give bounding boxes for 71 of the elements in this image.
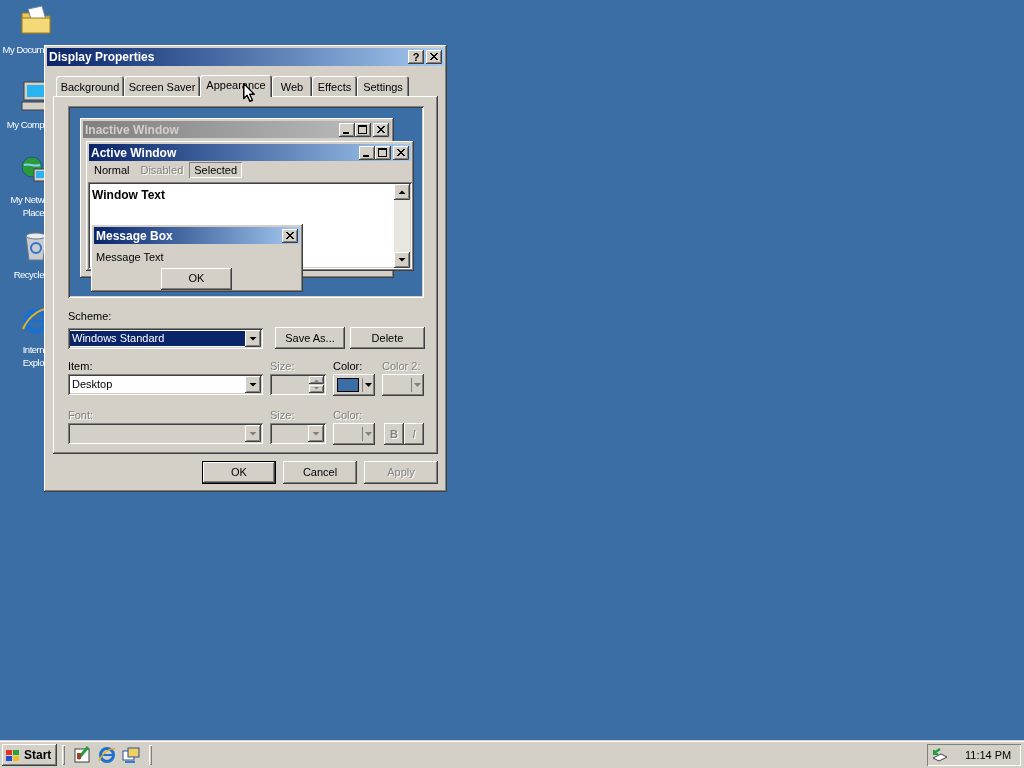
maximize-button[interactable] (355, 122, 371, 137)
window-text: Window Text (92, 187, 165, 202)
window-title: Inactive Window (85, 121, 179, 139)
ok-button[interactable]: OK (161, 267, 232, 290)
font-dropdown[interactable] (68, 423, 263, 444)
dropdown-button[interactable] (245, 425, 261, 442)
color-button[interactable] (333, 374, 375, 396)
close-button[interactable] (282, 228, 298, 243)
desktop-icon[interactable] (73, 745, 93, 765)
size-spinner[interactable] (270, 374, 326, 395)
globe-icon[interactable] (97, 745, 117, 765)
button[interactable]: OK (202, 461, 276, 484)
button[interactable]: Delete (350, 327, 425, 349)
field-label: Font: (68, 408, 95, 421)
scheme-dropdown[interactable]: Windows Standard (68, 327, 263, 349)
button[interactable]: Cancel (283, 461, 357, 484)
selected-value: Desktop (71, 377, 114, 393)
start-button[interactable]: Start (2, 744, 57, 766)
menu-item[interactable]: Selected (189, 161, 243, 178)
icon-label: My Netw (10, 193, 44, 206)
color-button[interactable] (382, 374, 424, 396)
message-text: Message Text (96, 250, 165, 265)
field-label: Item: (68, 359, 94, 372)
start-label: Start (24, 747, 52, 764)
caret-icon (414, 383, 421, 387)
icon-label: Explo (22, 356, 44, 369)
spin-buttons[interactable] (309, 376, 324, 393)
tab[interactable]: Appearance (200, 75, 272, 97)
tab[interactable]: Settings (357, 76, 409, 96)
maximize-button[interactable] (375, 145, 391, 160)
icon-label: My Comp (6, 118, 44, 131)
dropdown-button[interactable] (308, 425, 324, 442)
field-label: Color 2: (382, 359, 422, 372)
dropdown-button[interactable] (245, 329, 261, 347)
field-label: Scheme: (68, 309, 112, 322)
folder-icon[interactable] (20, 5, 52, 37)
tab[interactable]: Screen Saver (124, 76, 200, 96)
field-label: Size: (270, 408, 296, 421)
field-label: Size: (270, 359, 296, 372)
tab[interactable]: Background (56, 76, 124, 96)
flag-icon (5, 748, 21, 762)
minimize-button[interactable] (359, 145, 375, 160)
close-button[interactable] (373, 122, 389, 137)
window-title: Message Box (96, 227, 173, 245)
icon-label: Intern (22, 343, 44, 356)
caret-icon (365, 432, 372, 436)
selected-value: Windows Standard (70, 330, 245, 346)
menu-item[interactable]: Normal (89, 161, 135, 178)
window-title: Active Window (91, 144, 177, 162)
clock: 11:14 PM (965, 747, 1012, 763)
color-button[interactable] (333, 423, 375, 445)
network-icon[interactable] (931, 747, 949, 763)
field-label: Color: (333, 359, 364, 372)
caret-icon (365, 383, 372, 387)
button[interactable]: Save As... (275, 327, 345, 349)
help-button[interactable]: ? (408, 50, 424, 64)
item-dropdown[interactable]: Desktop (68, 374, 263, 395)
tab[interactable]: Effects (312, 76, 357, 96)
field-label: Color: (333, 408, 364, 421)
icon-label: Recycle (13, 268, 44, 281)
minimize-button[interactable] (339, 122, 355, 137)
dropdown-button[interactable] (245, 376, 261, 393)
window-title: Display Properties (49, 49, 155, 66)
icon-label: My Docum (2, 43, 44, 56)
scrollbar[interactable] (394, 183, 410, 268)
close-button[interactable] (393, 145, 409, 160)
close-button[interactable] (426, 50, 442, 64)
size-dropdown[interactable] (270, 423, 326, 444)
window-switch-icon[interactable] (121, 745, 141, 765)
tab[interactable]: Web (272, 76, 312, 96)
icon-label: Place (22, 206, 44, 219)
